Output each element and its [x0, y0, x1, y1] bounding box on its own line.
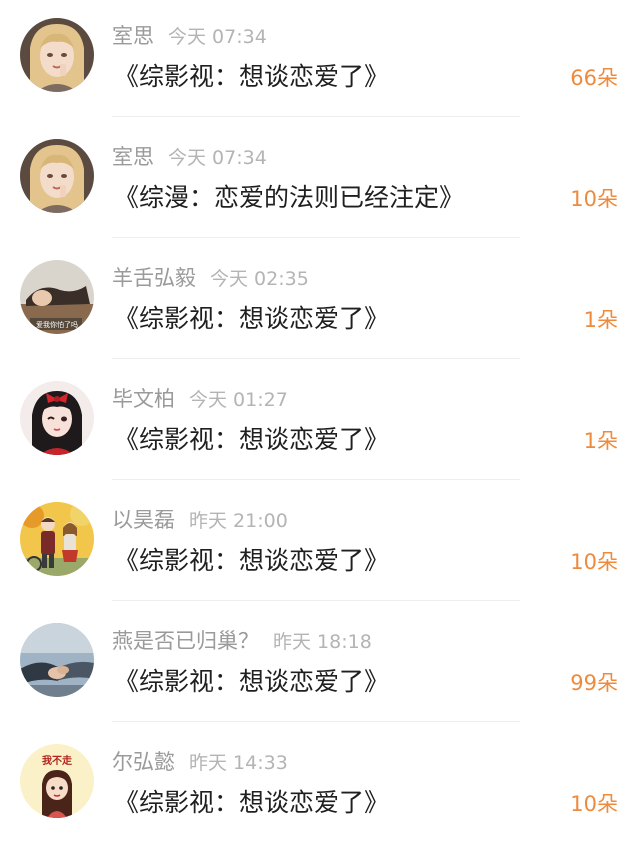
flower-count: 10朵 — [570, 550, 618, 574]
avatar[interactable] — [20, 139, 94, 213]
timestamp: 昨天 14:33 — [189, 752, 288, 774]
divider — [112, 358, 520, 359]
anime-couple-autumn-avatar-image — [20, 502, 94, 576]
divider — [112, 600, 520, 601]
holding-hands-avatar-image — [20, 623, 94, 697]
anime-girl-red-bow-avatar-image — [20, 381, 94, 455]
avatar-caption: 我不走 — [42, 754, 73, 767]
book-title[interactable]: 《综影视：想谈恋爱了》 — [114, 300, 389, 338]
timestamp: 今天 07:34 — [168, 147, 267, 169]
flower-count: 1朵 — [583, 308, 618, 332]
cartoon-girl-sticker-avatar-image: 我不走 — [20, 744, 94, 818]
list-item[interactable]: 室思 今天 07:34 《综漫：恋爱的法则已经注定》 10朵 — [0, 121, 640, 242]
item-meta: 室思 今天 07:34 — [112, 21, 267, 51]
divider — [112, 479, 520, 480]
avatar[interactable] — [20, 381, 94, 455]
book-title[interactable]: 《综漫：恋爱的法则已经注定》 — [114, 179, 464, 217]
book-title[interactable]: 《综影视：想谈恋爱了》 — [114, 663, 389, 701]
item-meta: 尔弘懿 昨天 14:33 — [112, 747, 288, 777]
timestamp: 今天 01:27 — [189, 389, 288, 411]
divider — [112, 116, 520, 117]
avatar[interactable] — [20, 18, 94, 92]
flower-count: 99朵 — [570, 671, 618, 695]
list-item[interactable]: 爱我你怕了吗 羊舌弘毅 今天 02:35 《综影视：想谈恋爱了》 1朵 — [0, 242, 640, 363]
avatar-caption: 爱我你怕了吗 — [36, 320, 78, 329]
user-name[interactable]: 羊舌弘毅 — [112, 266, 196, 290]
flower-count: 1朵 — [583, 429, 618, 453]
avatar[interactable] — [20, 502, 94, 576]
item-meta: 以昊磊 昨天 21:00 — [112, 505, 288, 535]
list-item[interactable]: 毕文柏 今天 01:27 《综影视：想谈恋爱了》 1朵 — [0, 363, 640, 484]
item-meta: 燕是否已归巢？ 昨天 18:18 — [112, 626, 372, 656]
flower-count: 10朵 — [570, 792, 618, 816]
book-title[interactable]: 《综影视：想谈恋爱了》 — [114, 421, 389, 459]
timestamp: 昨天 18:18 — [273, 631, 372, 653]
gift-record-list: 室思 今天 07:34 《综影视：想谈恋爱了》 66朵 室思 今天 07:34 《综… — [0, 0, 640, 847]
avatar[interactable]: 爱我你怕了吗 — [20, 260, 94, 334]
avatar[interactable]: 我不走 — [20, 744, 94, 818]
user-name[interactable]: 室思 — [112, 24, 154, 48]
list-item[interactable]: 以昊磊 昨天 21:00 《综影视：想谈恋爱了》 10朵 — [0, 484, 640, 605]
photo-desk-avatar-image: 爱我你怕了吗 — [20, 260, 94, 334]
anime-girl-blonde-avatar-image — [20, 139, 94, 213]
user-name[interactable]: 毕文柏 — [112, 387, 175, 411]
avatar[interactable] — [20, 623, 94, 697]
flower-count: 10朵 — [570, 187, 618, 211]
user-name[interactable]: 以昊磊 — [112, 508, 175, 532]
list-item[interactable]: 燕是否已归巢？ 昨天 18:18 《综影视：想谈恋爱了》 99朵 — [0, 605, 640, 726]
flower-count: 66朵 — [570, 66, 618, 90]
timestamp: 今天 07:34 — [168, 26, 267, 48]
divider — [112, 721, 520, 722]
user-name[interactable]: 室思 — [112, 145, 154, 169]
user-name[interactable]: 尔弘懿 — [112, 750, 175, 774]
user-name[interactable]: 燕是否已归巢？ — [112, 629, 259, 653]
divider — [112, 237, 520, 238]
book-title[interactable]: 《综影视：想谈恋爱了》 — [114, 542, 389, 580]
book-title[interactable]: 《综影视：想谈恋爱了》 — [114, 58, 389, 96]
list-item[interactable]: 我不走 尔弘懿 昨天 14:33 《综影视：想谈恋爱了》 10朵 — [0, 726, 640, 847]
item-meta: 毕文柏 今天 01:27 — [112, 384, 288, 414]
item-meta: 室思 今天 07:34 — [112, 142, 267, 172]
timestamp: 今天 02:35 — [210, 268, 309, 290]
book-title[interactable]: 《综影视：想谈恋爱了》 — [114, 784, 389, 822]
list-item[interactable]: 室思 今天 07:34 《综影视：想谈恋爱了》 66朵 — [0, 0, 640, 121]
timestamp: 昨天 21:00 — [189, 510, 288, 532]
item-meta: 羊舌弘毅 今天 02:35 — [112, 263, 309, 293]
anime-girl-blonde-avatar-image — [20, 18, 94, 92]
